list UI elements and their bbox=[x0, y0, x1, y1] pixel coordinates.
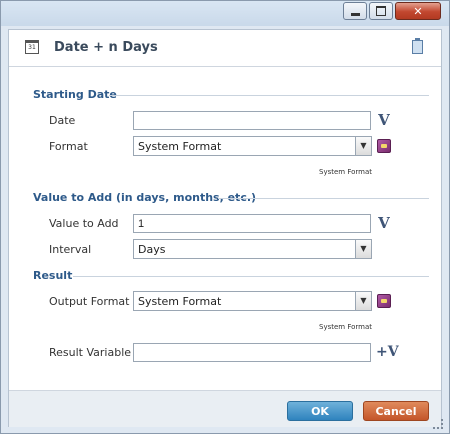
section-divider bbox=[109, 95, 429, 96]
resize-grip[interactable] bbox=[433, 419, 443, 429]
interval-select[interactable]: Days ▼ bbox=[133, 239, 372, 259]
output-format-select[interactable]: System Format ▼ bbox=[133, 291, 372, 311]
result-variable-input[interactable] bbox=[133, 343, 371, 362]
close-icon: ✕ bbox=[413, 4, 423, 18]
dialog-window: ✕ 31 Date + n Days Starting Date Date V … bbox=[0, 0, 450, 434]
output-format-label: Output Format bbox=[49, 295, 130, 308]
output-format-help-book-icon[interactable] bbox=[377, 294, 391, 308]
section-divider bbox=[218, 198, 429, 199]
chevron-down-icon[interactable]: ▼ bbox=[355, 137, 371, 155]
ok-button[interactable]: OK bbox=[287, 401, 353, 421]
calendar-icon: 31 bbox=[25, 40, 39, 54]
close-button[interactable]: ✕ bbox=[395, 2, 441, 20]
window-titlebar[interactable]: ✕ bbox=[1, 1, 449, 26]
result-variable-label: Result Variable bbox=[49, 346, 132, 359]
format-select[interactable]: System Format ▼ bbox=[133, 136, 372, 156]
interval-select-value: Days bbox=[138, 243, 166, 256]
format-select-value: System Format bbox=[138, 140, 222, 153]
section-divider bbox=[73, 276, 429, 277]
maximize-icon bbox=[376, 6, 386, 16]
value-to-add-input[interactable] bbox=[133, 214, 371, 233]
output-format-select-value: System Format bbox=[138, 295, 222, 308]
date-variable-button[interactable]: V bbox=[375, 111, 393, 129]
date-input[interactable] bbox=[133, 111, 371, 130]
format-help-book-icon[interactable] bbox=[377, 139, 391, 153]
cancel-button[interactable]: Cancel bbox=[363, 401, 429, 421]
dialog-header: 31 Date + n Days bbox=[9, 30, 441, 67]
section-result: Result bbox=[33, 269, 73, 282]
format-label: Format bbox=[49, 140, 88, 153]
maximize-button[interactable] bbox=[369, 2, 393, 20]
clipboard-icon[interactable] bbox=[412, 38, 423, 54]
minimize-button[interactable] bbox=[343, 2, 367, 20]
value-to-add-label: Value to Add bbox=[49, 217, 119, 230]
output-format-hint: System Format bbox=[319, 323, 372, 331]
value-variable-button[interactable]: V bbox=[375, 214, 393, 232]
format-hint: System Format bbox=[319, 168, 372, 176]
dialog-panel: 31 Date + n Days Starting Date Date V Fo… bbox=[8, 29, 442, 427]
date-label: Date bbox=[49, 114, 76, 127]
section-starting-date: Starting Date bbox=[33, 88, 117, 101]
chevron-down-icon[interactable]: ▼ bbox=[355, 240, 371, 258]
chevron-down-icon[interactable]: ▼ bbox=[355, 292, 371, 310]
minimize-icon bbox=[350, 12, 360, 16]
new-variable-button[interactable]: +V bbox=[376, 343, 399, 361]
interval-label: Interval bbox=[49, 243, 92, 256]
dialog-title: Date + n Days bbox=[54, 40, 158, 55]
